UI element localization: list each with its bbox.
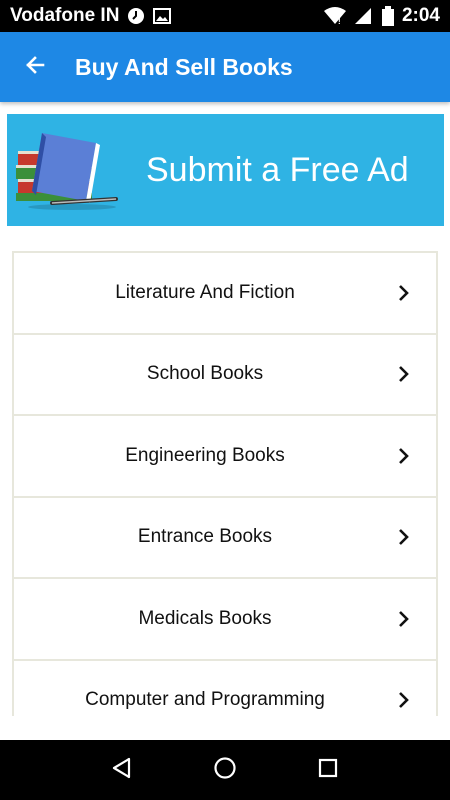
status-left: Vodafone IN <box>10 5 172 27</box>
list-item[interactable]: Engineering Books <box>14 414 436 496</box>
image-icon <box>153 8 172 24</box>
wifi-icon: ! <box>323 7 346 25</box>
battery-icon <box>381 6 394 26</box>
nav-back-button[interactable] <box>102 750 142 790</box>
page-title: Buy And Sell Books <box>75 53 293 80</box>
category-label: Computer and Programming <box>85 689 325 711</box>
list-item[interactable]: Computer and Programming <box>14 658 436 716</box>
category-list: Literature And Fiction School Books Engi… <box>12 251 438 716</box>
category-label: Literature And Fiction <box>115 281 295 303</box>
status-bar: Vodafone IN ! 2:04 <box>0 0 450 32</box>
list-item[interactable]: Entrance Books <box>14 495 436 577</box>
status-right: ! 2:04 <box>323 5 440 27</box>
chevron-right-icon <box>398 528 410 546</box>
signal-icon <box>354 7 374 25</box>
nav-recents-button[interactable] <box>308 750 348 790</box>
carrier-name: Vodafone IN <box>10 5 120 26</box>
list-item[interactable]: Literature And Fiction <box>14 251 436 333</box>
chevron-right-icon <box>398 365 410 383</box>
chevron-right-icon <box>398 610 410 628</box>
list-item[interactable]: Medicals Books <box>14 577 436 659</box>
chevron-right-icon <box>398 691 410 709</box>
books-stack-icon <box>7 114 122 226</box>
banner-text: Submit a Free Ad <box>146 150 409 189</box>
home-circle-icon <box>213 756 237 785</box>
category-label: School Books <box>146 363 264 385</box>
nav-home-button[interactable] <box>205 750 245 790</box>
category-label: Entrance Books <box>137 526 273 548</box>
status-time: 2:04 <box>401 5 440 26</box>
svg-text:!: ! <box>338 17 341 25</box>
back-arrow-icon <box>23 53 47 82</box>
list-item[interactable]: School Books <box>14 332 436 414</box>
recents-square-icon <box>317 757 339 784</box>
back-button[interactable] <box>0 32 70 102</box>
chevron-right-icon <box>398 284 410 302</box>
category-label: Engineering Books <box>125 444 285 466</box>
back-triangle-icon <box>111 757 133 784</box>
app-bar: Buy And Sell Books <box>0 32 450 102</box>
chevron-right-icon <box>398 447 410 465</box>
category-label: Medicals Books <box>138 607 272 629</box>
clock-badge-icon <box>127 7 145 25</box>
submit-ad-banner[interactable]: Submit a Free Ad <box>7 114 444 226</box>
system-nav-bar <box>0 740 450 800</box>
